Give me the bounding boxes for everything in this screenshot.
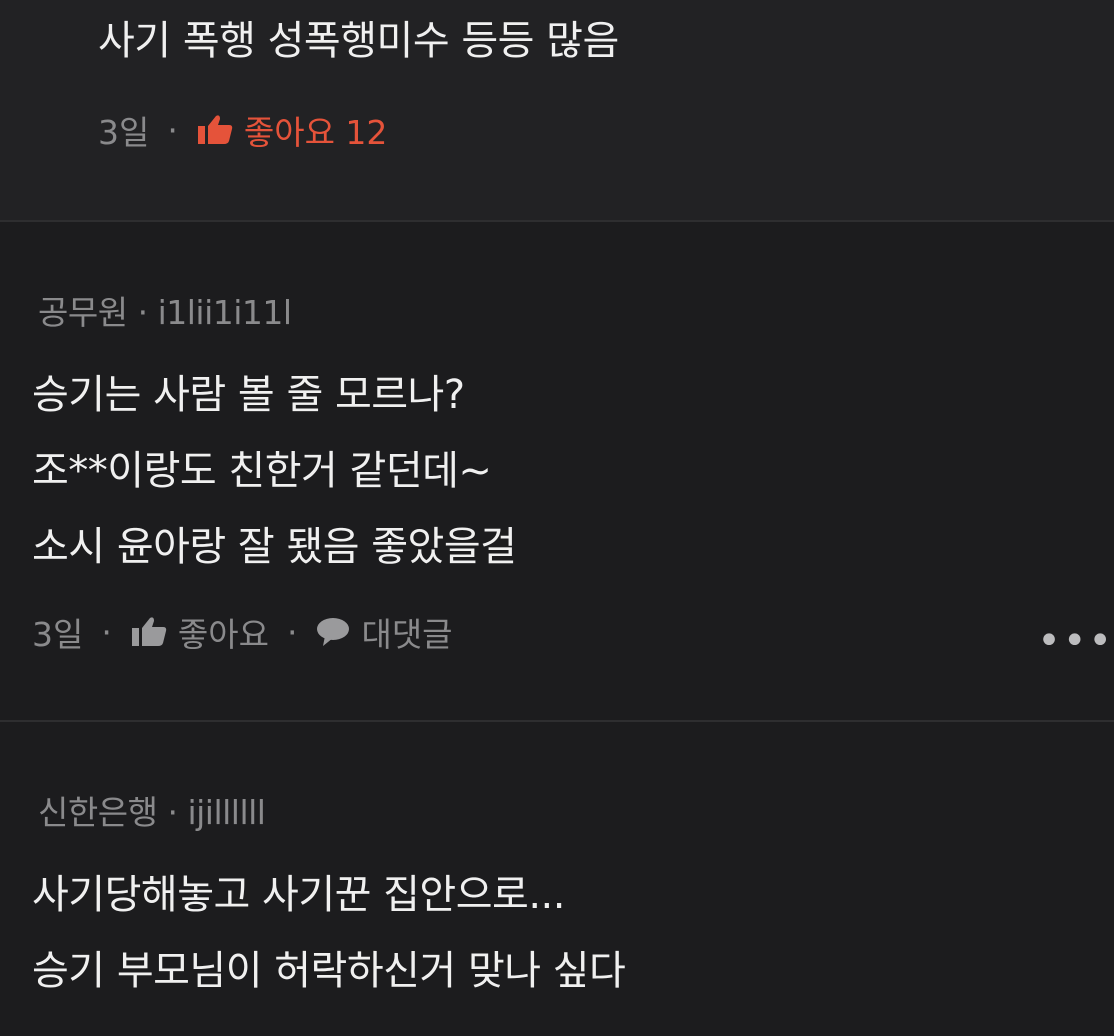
- reply-label: 대댓글: [361, 615, 453, 654]
- comment-body-line: 사기 폭행 성폭행미수 등등 많음: [98, 18, 619, 64]
- comment-list: 사기 폭행 성폭행미수 등등 많음 3일 · 좋아요 12 공무원 · i1lii1…: [0, 0, 1114, 1036]
- author-org: 신한은행: [38, 793, 158, 832]
- speech-bubble-icon: [315, 616, 351, 648]
- like-button[interactable]: 좋아요 12: [196, 106, 388, 154]
- reply-button[interactable]: 대댓글: [315, 608, 453, 656]
- like-button[interactable]: 좋아요: [130, 608, 269, 656]
- like-label: 좋아요: [177, 615, 269, 654]
- author-id: ijillllll: [187, 793, 266, 832]
- author-org: 공무원: [38, 293, 128, 332]
- separator-dot: ·: [167, 110, 178, 150]
- comment-item: 신한은행 · ijillllll 사기당해놓고 사기꾼 집안으로... 승기 부모님…: [0, 722, 1114, 1036]
- more-dots-icon: •••: [1037, 618, 1114, 664]
- separator-dot: ·: [101, 612, 112, 652]
- comment-body-line: 승기는 사람 볼 줄 모르나?: [32, 372, 465, 418]
- like-label: 좋아요 12: [243, 113, 388, 152]
- comment-body-line: 승기 부모님이 허락하신거 맞나 싶다: [32, 948, 626, 994]
- comment-author: 공무원 · i1lii1i11l: [38, 286, 292, 334]
- more-options-button[interactable]: •••: [1037, 618, 1114, 664]
- comment-actions: 3일 · 좋아요 12: [98, 106, 387, 154]
- comment-time: 3일: [98, 113, 150, 152]
- separator-dot: ·: [167, 793, 178, 832]
- comment-body-line: 조**이랑도 친한거 같던데~: [32, 448, 492, 494]
- author-id: i1lii1i11l: [157, 293, 293, 332]
- comment-item: 사기 폭행 성폭행미수 등등 많음 3일 · 좋아요 12: [0, 0, 1114, 220]
- separator-dot: ·: [286, 612, 298, 652]
- comment-body-line: 소시 윤아랑 잘 됐음 좋았을걸: [32, 524, 517, 570]
- comment-body-line: 사기당해놓고 사기꾼 집안으로...: [32, 872, 565, 918]
- thumbs-up-icon: [130, 616, 168, 648]
- separator-dot: ·: [137, 293, 149, 332]
- thumbs-up-icon: [196, 114, 234, 146]
- comment-actions: 3일 · 좋아요 · 대댓글: [32, 608, 453, 656]
- comment-time: 3일: [32, 615, 84, 654]
- comment-item: 공무원 · i1lii1i11l 승기는 사람 볼 줄 모르나? 조**이랑도 친한…: [0, 222, 1114, 720]
- comment-author: 신한은행 · ijillllll: [38, 786, 266, 834]
